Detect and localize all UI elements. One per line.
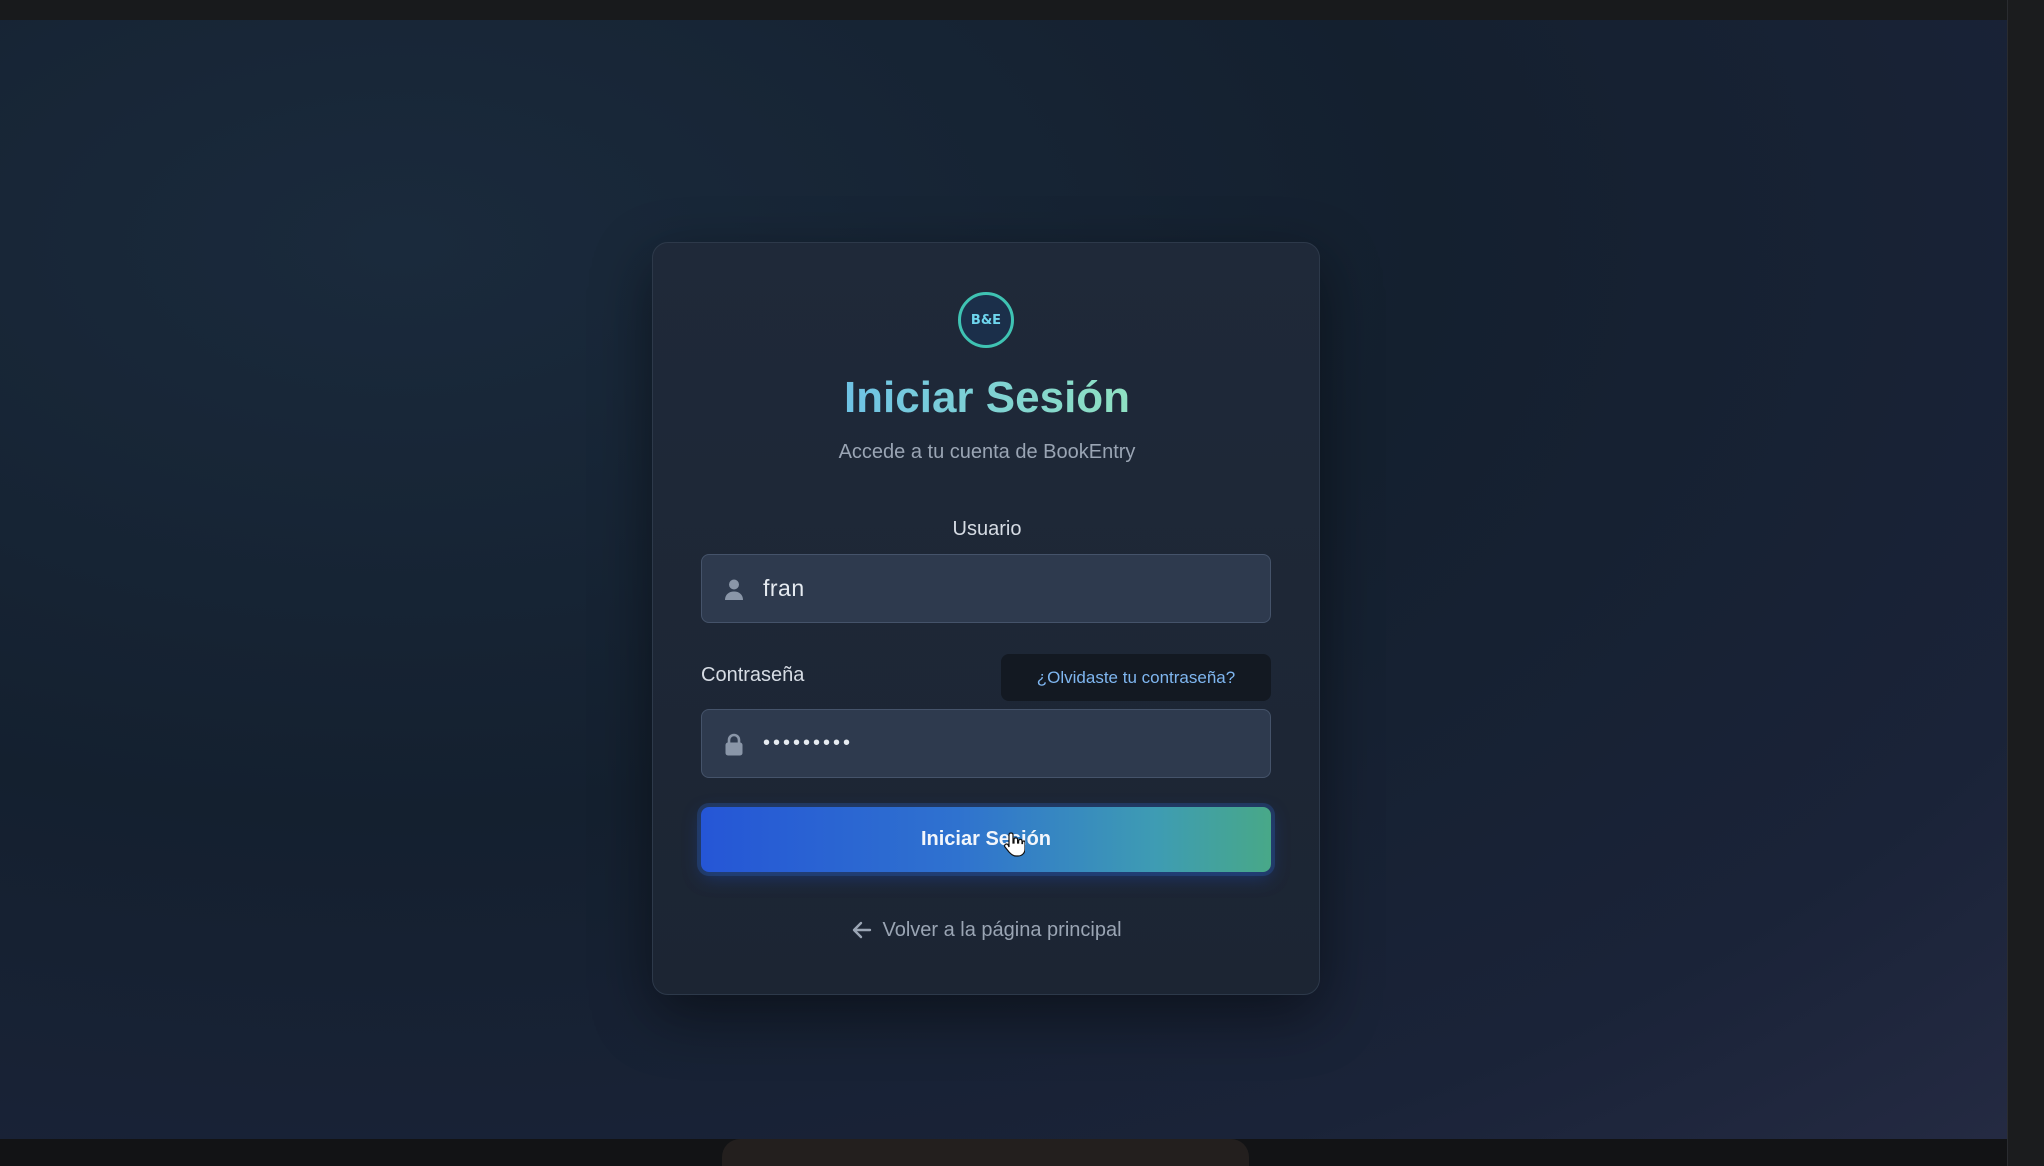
password-label: Contraseña (701, 664, 805, 686)
right-scrollbar-region (2007, 0, 2044, 1166)
forgot-password-link[interactable]: ¿Olvidaste tu contraseña? (1001, 654, 1271, 701)
user-icon (725, 579, 743, 600)
brand-logo: B&E (958, 292, 1014, 348)
mouse-cursor-icon (1003, 832, 1025, 857)
back-link-label: Volver a la página principal (882, 919, 1122, 941)
arrow-left-icon (853, 921, 872, 939)
username-value: fran (763, 575, 805, 601)
login-submit-button[interactable]: Iniciar Sesión (701, 807, 1271, 872)
page-viewport: B&E Iniciar Sesión Accede a tu cuenta de… (0, 20, 2007, 1139)
page-title: Iniciar Sesión (653, 373, 1321, 423)
logo-text: B&E (970, 312, 1002, 328)
bottom-dock-pill (722, 1139, 1249, 1166)
screen: B&E Iniciar Sesión Accede a tu cuenta de… (0, 0, 2044, 1166)
submit-label: Iniciar Sesión (920, 828, 1052, 850)
username-field[interactable]: fran (701, 554, 1271, 623)
page-subtitle: Accede a tu cuenta de BookEntry (838, 441, 1136, 463)
top-bar (0, 0, 2044, 20)
lock-icon (725, 733, 743, 756)
password-value: ••••••••• (763, 732, 854, 754)
username-label: Usuario (952, 518, 1022, 540)
password-field[interactable]: ••••••••• (701, 709, 1271, 778)
login-card: B&E Iniciar Sesión Accede a tu cuenta de… (652, 242, 1320, 995)
back-to-home-link[interactable]: Volver a la página principal (653, 919, 1321, 942)
